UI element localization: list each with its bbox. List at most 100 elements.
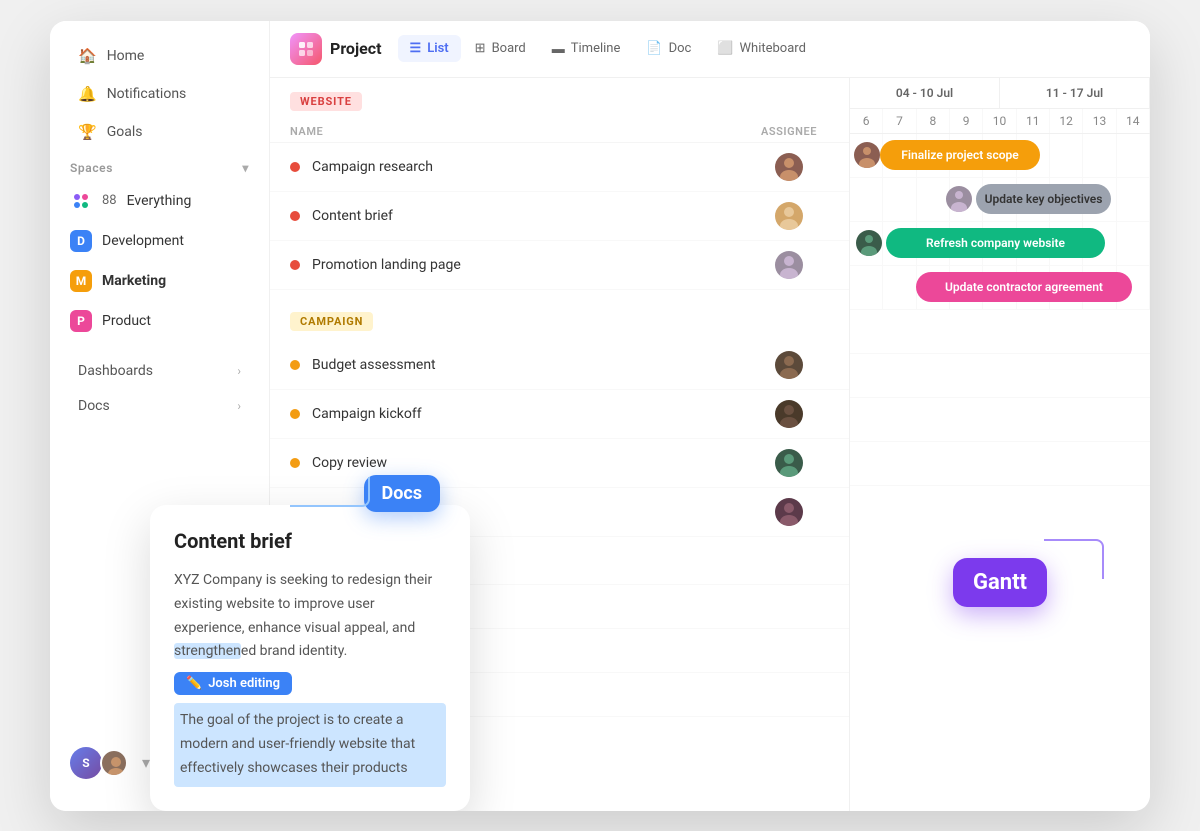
sidebar-item-home[interactable]: 🏠 Home [58,38,261,74]
task-dot-red [290,211,300,221]
campaign-badge: CAMPAIGN [290,312,373,331]
task-row[interactable]: Campaign kickoff [270,390,849,439]
docs-highlight-text: strengthen [174,643,241,659]
task-assignee [749,351,829,379]
app-container: 🏠 Home 🔔 Notifications 🏆 Goals Spaces ▾ [50,21,1150,811]
task-dot-yellow [290,409,300,419]
gantt-cell [883,178,916,221]
docs-badge: Docs [364,475,440,512]
gantt-avatar [854,142,880,168]
gantt-day: 9 [950,109,983,133]
user-avatar-photo [100,749,128,777]
task-name: Content brief [312,208,749,224]
task-row[interactable]: Promotion landing page [270,241,849,290]
gantt-day: 7 [883,109,916,133]
gantt-day: 11 [1017,109,1050,133]
gantt-cell [1117,222,1150,265]
editing-badge: ✏️ Josh editing [174,672,292,695]
gantt-row: Refresh company website [850,222,1150,266]
gantt-bar-website: Refresh company website [886,228,1105,258]
sidebar-item-everything[interactable]: 88 Everything [50,182,269,220]
top-nav: Project ☰ List ⊞ Board ▬ Timeline 📄 Doc [270,21,1150,78]
gantt-row [850,354,1150,398]
task-column-headers: NAME ASSIGNEE [270,121,849,143]
gantt-row [850,442,1150,486]
task-row[interactable]: Budget assessment [270,341,849,390]
nav-tabs: ☰ List ⊞ Board ▬ Timeline 📄 Doc ⬜ Whi [398,35,818,63]
gantt-popup: Gantt [953,558,1047,607]
sidebar-item-development[interactable]: D Development [50,222,269,260]
task-assignee [749,400,829,428]
development-dot: D [70,230,92,252]
tab-timeline-label: Timeline [571,41,621,56]
docs-text-part2: ed brand identity. [241,643,347,659]
gantt-cell [917,178,950,221]
task-row[interactable]: Campaign research [270,143,849,192]
gantt-cell [850,178,883,221]
sidebar-item-docs[interactable]: Docs › [58,389,261,423]
product-label: Product [102,313,151,329]
gantt-day: 10 [983,109,1016,133]
tab-board[interactable]: ⊞ Board [463,35,538,62]
tab-whiteboard-label: Whiteboard [740,41,806,56]
gantt-cell [850,266,883,309]
gantt-cell [1050,134,1083,177]
spaces-label: Spaces [70,161,113,175]
board-tab-icon: ⊞ [475,41,486,56]
sidebar-item-marketing[interactable]: M Marketing [50,262,269,300]
task-dot-red [290,162,300,172]
everything-label: Everything [127,193,192,209]
tab-doc[interactable]: 📄 Doc [634,35,703,62]
tab-timeline[interactable]: ▬ Timeline [540,35,633,63]
doc-tab-icon: 📄 [646,41,662,56]
avatar [775,153,803,181]
gantt-bar-label: Refresh company website [926,236,1065,250]
goals-icon: 🏆 [78,123,97,141]
highlighted-text-block: The goal of the project is to create a m… [174,703,446,786]
gantt-cell [1083,134,1116,177]
timeline-tab-icon: ▬ [552,41,565,57]
avatar [775,251,803,279]
avatar [775,400,803,428]
gantt-days: 6 7 8 9 10 11 12 13 14 [850,109,1150,134]
gantt-area: 04 - 10 Jul 11 - 17 Jul 6 7 8 9 10 11 12… [850,78,1150,811]
task-name: Copy review [312,455,749,471]
col-name: NAME [290,125,749,138]
tab-list-label: List [427,41,448,56]
docs-text-part1: XYZ Company is seeking to redesign their… [174,572,432,636]
task-name: Budget assessment [312,357,749,373]
whiteboard-tab-icon: ⬜ [717,41,733,56]
tab-list[interactable]: ☰ List [398,35,461,62]
chevron-right-icon-docs: › [237,399,241,413]
website-badge: WEBSITE [290,92,362,111]
chevron-down-user[interactable]: ▾ [142,753,150,772]
task-assignee [749,449,829,477]
task-assignee [749,202,829,230]
task-dot-yellow [290,458,300,468]
dashboards-label: Dashboards [78,363,153,379]
task-row[interactable]: Content brief [270,192,849,241]
gantt-cell [1117,134,1150,177]
gantt-row [850,310,1150,354]
docs-text: XYZ Company is seeking to redesign their… [174,569,446,664]
connector-line [1044,539,1104,579]
gantt-row [850,398,1150,442]
gantt-bar-label: Update key objectives [985,192,1103,206]
sidebar-notifications-label: Notifications [107,86,187,102]
task-dot-red [290,260,300,270]
gantt-period2: 11 - 17 Jul [1000,78,1150,108]
sidebar-item-notifications[interactable]: 🔔 Notifications [58,76,261,112]
avatar [775,449,803,477]
gantt-day: 6 [850,109,883,133]
gantt-period1: 04 - 10 Jul [850,78,1000,108]
sidebar-item-goals[interactable]: 🏆 Goals [58,114,261,150]
task-name: Promotion landing page [312,257,749,273]
gantt-bar-label: Finalize project scope [901,148,1018,162]
gantt-popup-label: Gantt [973,570,1027,595]
chevron-down-icon[interactable]: ▾ [242,161,249,175]
tab-whiteboard[interactable]: ⬜ Whiteboard [705,35,818,62]
sidebar-item-product[interactable]: P Product [50,302,269,340]
gantt-avatar [856,230,882,256]
docs-label: Docs [78,398,110,414]
sidebar-item-dashboards[interactable]: Dashboards › [58,354,261,388]
